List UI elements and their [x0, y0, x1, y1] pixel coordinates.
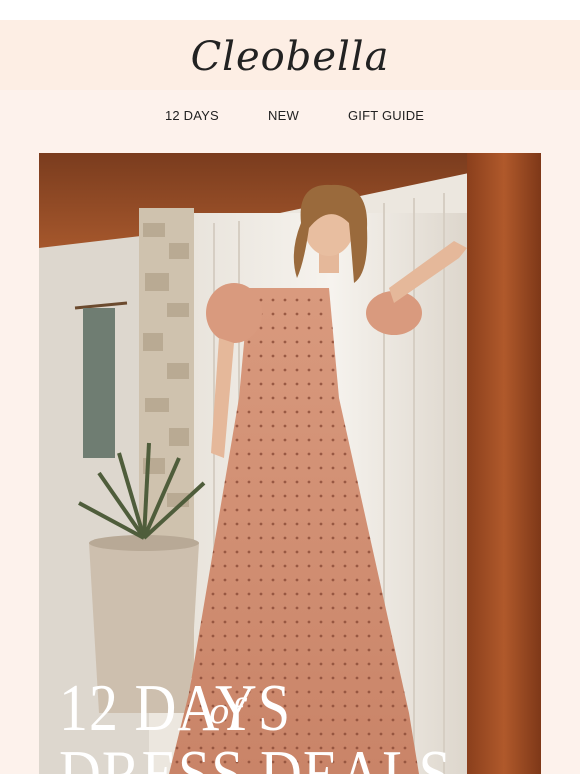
brand-logo[interactable]: Cleobella	[0, 34, 580, 80]
nav-gift-guide[interactable]: GIFT GUIDE	[348, 108, 424, 123]
nav-12-days[interactable]: 12 DAYS	[165, 108, 219, 123]
brand-logo-text: Cleobella	[190, 34, 390, 80]
nav-new[interactable]: NEW	[268, 108, 299, 123]
hero-image[interactable]: 12 DAYS of DRESS DEALS	[39, 153, 541, 774]
email-body: Cleobella 12 DAYS NEW GIFT GUIDE 12 DAYS…	[0, 20, 580, 774]
hero-headline: 12 DAYS of DRESS DEALS	[59, 670, 452, 774]
hero-title-line2: DRESS DEALS	[59, 736, 452, 774]
main-nav: 12 DAYS NEW GIFT GUIDE	[0, 108, 580, 128]
hero-title-of: of	[209, 692, 243, 732]
hero-title-line1: 12 DAYS	[59, 670, 292, 746]
logo-band: Cleobella	[0, 20, 580, 90]
